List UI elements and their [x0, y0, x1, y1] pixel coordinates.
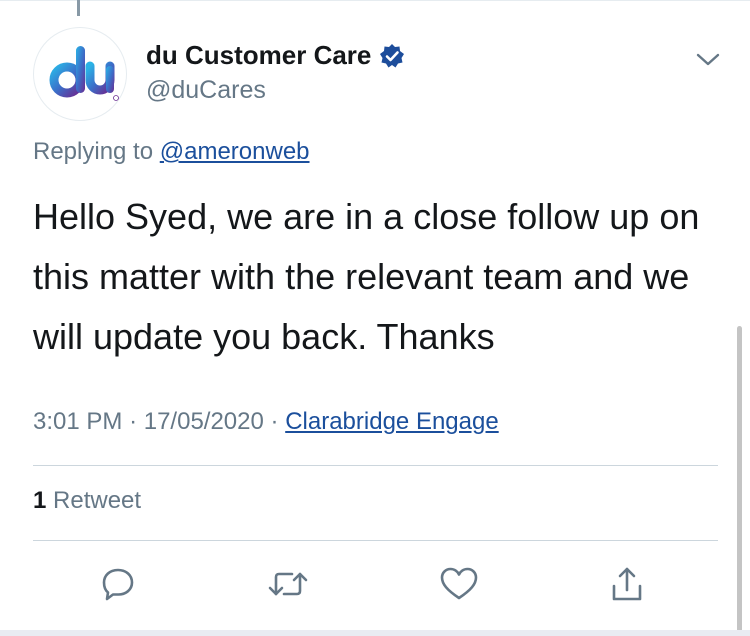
reply-button[interactable]	[96, 562, 140, 606]
tweet-date: 17/05/2020	[143, 408, 264, 435]
retweet-button[interactable]	[266, 562, 310, 606]
tweet-source-link[interactable]: Clarabridge Engage	[285, 408, 498, 435]
reply-icon	[102, 568, 134, 601]
retweet-label: Retweet	[53, 487, 142, 514]
retweet-count: 1	[33, 487, 47, 514]
top-border	[0, 0, 750, 1]
meta-separator: ·	[129, 408, 138, 435]
share-icon	[612, 567, 642, 601]
chevron-down-icon[interactable]	[693, 44, 723, 74]
divider	[33, 465, 718, 466]
meta-separator: ·	[270, 408, 279, 435]
avatar[interactable]	[33, 27, 127, 121]
retweet-stats[interactable]: 1 Retweet	[33, 487, 141, 515]
tweet-text: Hello Syed, we are in a close follow up …	[33, 196, 700, 357]
replying-to-label: Replying to	[33, 138, 154, 165]
scrollbar[interactable]	[737, 326, 742, 632]
display-name-row[interactable]: du Customer Care	[146, 40, 405, 71]
thread-connector-line	[77, 0, 80, 16]
du-logo-icon	[49, 46, 119, 101]
divider	[33, 540, 718, 541]
replying-to-link[interactable]: @ameronweb	[160, 138, 310, 165]
bottom-edge	[0, 630, 750, 636]
tweet-meta: 3:01 PM · 17/05/2020 · Clarabridge Engag…	[33, 408, 499, 436]
verified-badge-icon	[380, 43, 405, 67]
retweet-icon	[268, 572, 308, 596]
share-button[interactable]	[605, 562, 649, 606]
display-name[interactable]: du Customer Care	[146, 40, 371, 71]
tweet-time: 3:01 PM	[33, 408, 123, 435]
replying-to: Replying to @ameronweb	[33, 138, 310, 166]
user-handle[interactable]: @duCares	[146, 76, 266, 105]
like-button[interactable]	[437, 562, 481, 606]
heart-icon	[440, 567, 478, 600]
